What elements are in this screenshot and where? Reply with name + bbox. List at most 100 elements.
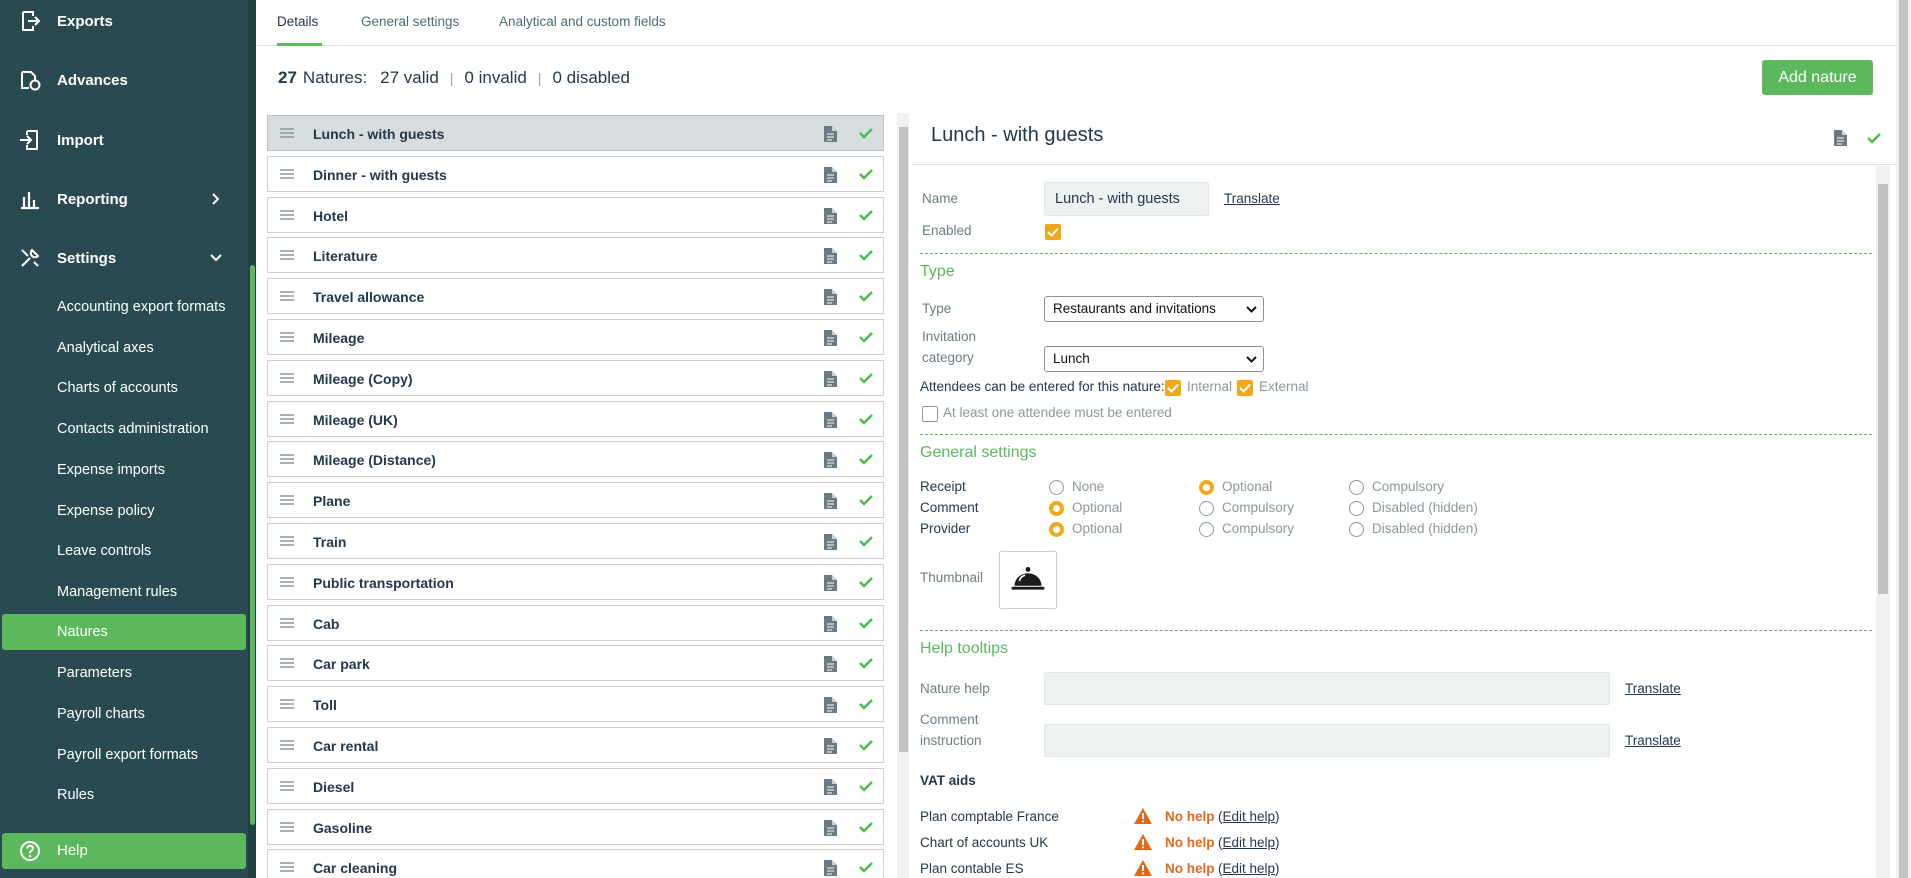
sidebar-item-expense-policy[interactable]: Expense policy xyxy=(0,493,248,529)
copy-icon[interactable] xyxy=(823,411,838,429)
edit-help-link[interactable]: (Edit help) xyxy=(1218,835,1280,850)
drag-handle-icon[interactable] xyxy=(280,290,294,302)
sidebar-item-analytical-axes[interactable]: Analytical axes xyxy=(0,330,248,366)
tab-general-settings[interactable]: General settings xyxy=(361,14,459,29)
tab-analytical-custom-fields[interactable]: Analytical and custom fields xyxy=(499,14,666,29)
sidebar-item-leave-controls[interactable]: Leave controls xyxy=(0,533,248,569)
natures-list-scrollbar-thumb[interactable] xyxy=(899,127,908,752)
drag-handle-icon[interactable] xyxy=(280,780,294,792)
nature-row[interactable]: Train xyxy=(267,523,884,559)
drag-handle-icon[interactable] xyxy=(280,861,294,873)
drag-handle-icon[interactable] xyxy=(280,698,294,710)
at-least-one-attendee-checkbox[interactable] xyxy=(922,406,938,422)
receipt-optional-radio[interactable] xyxy=(1199,480,1214,495)
drag-handle-icon[interactable] xyxy=(280,372,294,384)
copy-icon[interactable] xyxy=(823,125,838,143)
nature-row[interactable]: Travel allowance xyxy=(267,278,884,315)
comment-instruction-input[interactable] xyxy=(1044,724,1610,757)
nature-row[interactable]: Literature xyxy=(267,237,884,274)
copy-icon[interactable] xyxy=(1833,129,1848,147)
sidebar-item-management-rules[interactable]: Management rules xyxy=(0,574,248,610)
sidebar-item-reporting[interactable]: Reporting xyxy=(0,179,248,219)
edit-help-link-text[interactable]: Edit help xyxy=(1223,809,1276,824)
sidebar-item-parameters[interactable]: Parameters xyxy=(0,655,248,691)
copy-icon[interactable] xyxy=(823,370,838,388)
provider-disabled-radio[interactable] xyxy=(1349,522,1364,537)
detail-scrollbar[interactable] xyxy=(1876,166,1890,878)
sidebar-item-advances[interactable]: Advances xyxy=(0,60,248,100)
sidebar-item-contacts-administration[interactable]: Contacts administration xyxy=(0,411,248,447)
edit-help-link[interactable]: (Edit help) xyxy=(1218,861,1280,876)
drag-handle-icon[interactable] xyxy=(280,168,294,180)
nature-row[interactable]: Car cleaning xyxy=(267,849,884,878)
receipt-none-radio[interactable] xyxy=(1049,480,1064,495)
sidebar-item-payroll-export-formats[interactable]: Payroll export formats xyxy=(0,737,248,773)
nature-row[interactable]: Mileage xyxy=(267,319,884,355)
nature-row[interactable]: Cab xyxy=(267,604,884,641)
copy-icon[interactable] xyxy=(823,247,838,265)
nature-row[interactable]: Plane xyxy=(267,482,884,519)
nature-row[interactable]: Car rental xyxy=(267,727,884,763)
comment-disabled-radio[interactable] xyxy=(1349,501,1364,516)
internal-checkbox[interactable] xyxy=(1165,380,1181,396)
nature-row[interactable]: Mileage (Distance) xyxy=(267,441,884,478)
copy-icon[interactable] xyxy=(823,533,838,551)
drag-handle-icon[interactable] xyxy=(280,535,294,547)
drag-handle-icon[interactable] xyxy=(280,413,294,425)
enabled-checkbox[interactable] xyxy=(1045,224,1061,240)
copy-icon[interactable] xyxy=(823,778,838,796)
sidebar-scrollbar-thumb[interactable] xyxy=(250,265,255,825)
sidebar-item-accounting-export-formats[interactable]: Accounting export formats xyxy=(0,289,248,325)
drag-handle-icon[interactable] xyxy=(280,617,294,629)
sidebar-item-import[interactable]: Import xyxy=(0,120,248,160)
page-scrollbar[interactable] xyxy=(1896,0,1911,878)
nature-row[interactable]: Toll xyxy=(267,686,884,723)
sidebar-item-charts-of-accounts[interactable]: Charts of accounts xyxy=(0,370,248,406)
edit-help-link-text[interactable]: Edit help xyxy=(1223,861,1276,876)
copy-icon[interactable] xyxy=(823,737,838,755)
drag-handle-icon[interactable] xyxy=(280,576,294,588)
drag-handle-icon[interactable] xyxy=(280,453,294,465)
nature-help-input[interactable] xyxy=(1044,672,1610,705)
type-select[interactable]: Restaurants and invitations xyxy=(1044,296,1264,322)
copy-icon[interactable] xyxy=(823,615,838,633)
edit-help-link-text[interactable]: Edit help xyxy=(1223,835,1276,850)
copy-icon[interactable] xyxy=(823,492,838,510)
nature-row[interactable]: Car park xyxy=(267,645,884,682)
copy-icon[interactable] xyxy=(823,696,838,714)
nature-row[interactable]: Hotel xyxy=(267,196,884,233)
drag-handle-icon[interactable] xyxy=(280,739,294,751)
copy-icon[interactable] xyxy=(823,166,838,184)
comment-optional-radio[interactable] xyxy=(1049,501,1064,516)
copy-icon[interactable] xyxy=(823,329,838,347)
nature-row[interactable]: Diesel xyxy=(267,767,884,804)
name-input[interactable]: Lunch - with guests xyxy=(1044,182,1209,216)
copy-icon[interactable] xyxy=(823,288,838,306)
nature-row[interactable]: Public transportation xyxy=(267,563,884,600)
drag-handle-icon[interactable] xyxy=(280,127,294,139)
natures-list-scrollbar[interactable] xyxy=(897,113,909,878)
drag-handle-icon[interactable] xyxy=(280,249,294,261)
sidebar-item-natures[interactable]: Natures xyxy=(2,614,246,650)
nature-row[interactable]: Lunch - with guests xyxy=(267,115,884,151)
external-checkbox[interactable] xyxy=(1237,380,1253,396)
provider-compulsory-radio[interactable] xyxy=(1199,522,1214,537)
edit-help-link[interactable]: (Edit help) xyxy=(1218,809,1280,824)
sidebar-scrollbar[interactable] xyxy=(248,0,256,878)
thumbnail-picker[interactable] xyxy=(999,551,1057,609)
copy-icon[interactable] xyxy=(823,574,838,592)
copy-icon[interactable] xyxy=(823,819,838,837)
comment-instruction-translate-link[interactable]: Translate xyxy=(1625,733,1681,748)
copy-icon[interactable] xyxy=(823,655,838,673)
nature-row[interactable]: Mileage (Copy) xyxy=(267,359,884,396)
drag-handle-icon[interactable] xyxy=(280,657,294,669)
drag-handle-icon[interactable] xyxy=(280,821,294,833)
comment-compulsory-radio[interactable] xyxy=(1199,501,1214,516)
name-translate-link[interactable]: Translate xyxy=(1224,191,1280,206)
sidebar-item-help[interactable]: Help xyxy=(2,833,246,869)
add-nature-button[interactable]: Add nature xyxy=(1762,60,1873,95)
sidebar-item-exports[interactable]: Exports xyxy=(0,1,248,41)
nature-row[interactable]: Gasoline xyxy=(267,808,884,845)
receipt-compulsory-radio[interactable] xyxy=(1349,480,1364,495)
provider-optional-radio[interactable] xyxy=(1049,522,1064,537)
